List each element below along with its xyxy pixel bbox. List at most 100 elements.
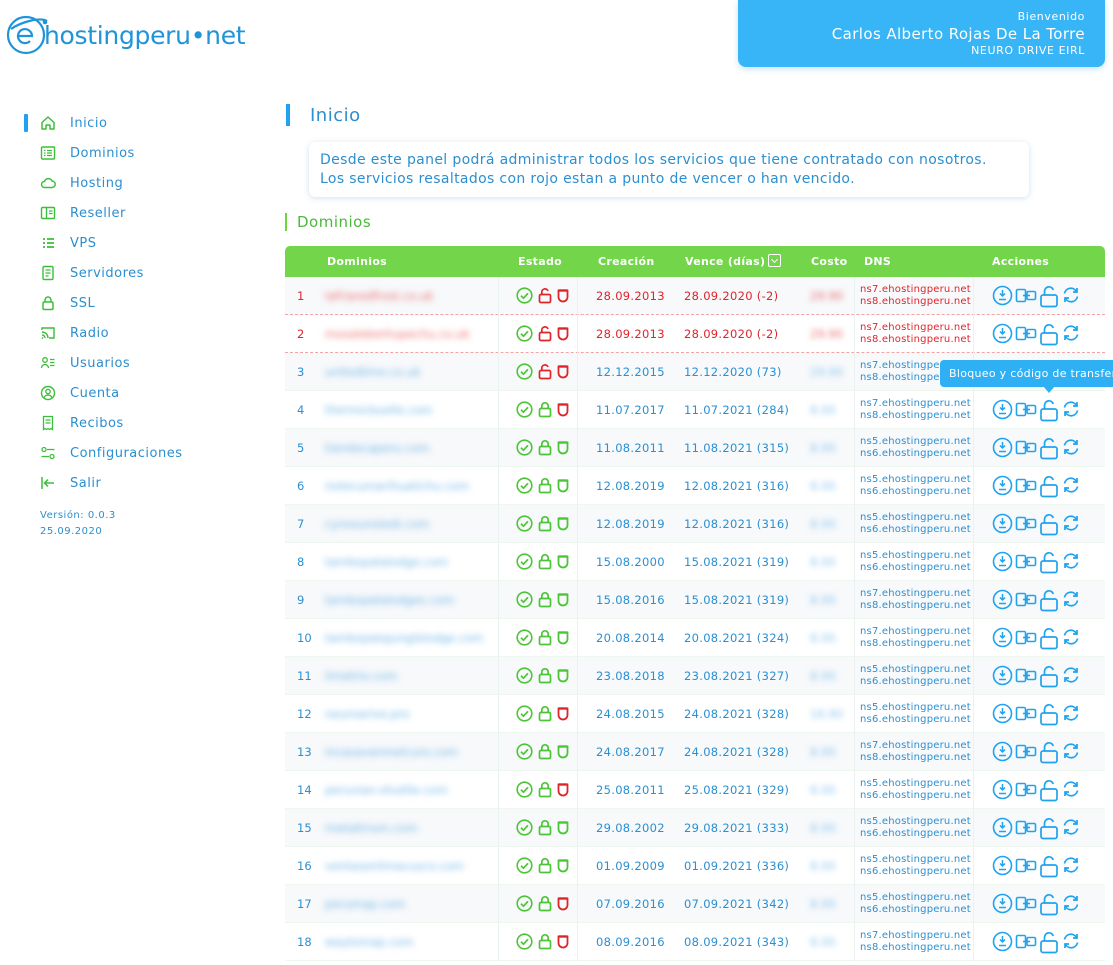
domain-name[interactable]: unitedlimo.co.uk	[325, 353, 421, 391]
dns-config-icon[interactable]	[992, 285, 1013, 308]
sidebar-item-cuenta[interactable]: Cuenta	[24, 378, 244, 408]
renew-icon[interactable]	[1061, 779, 1081, 802]
sidebar-item-vps[interactable]: VPS	[24, 228, 244, 258]
transfer-icon[interactable]	[1015, 741, 1037, 764]
transfer-lock-icon[interactable]	[1039, 741, 1059, 764]
renew-icon[interactable]	[1061, 893, 1081, 916]
transfer-lock-icon[interactable]	[1039, 703, 1059, 726]
brand-logo[interactable]: hostingperu•net	[4, 12, 246, 58]
transfer-lock-icon[interactable]	[1039, 893, 1059, 916]
sidebar-item-salir[interactable]: Salir	[24, 468, 244, 498]
transfer-lock-icon[interactable]	[1039, 323, 1059, 346]
renew-icon[interactable]	[1061, 475, 1081, 498]
dns-config-icon[interactable]	[992, 551, 1013, 574]
transfer-icon[interactable]	[1015, 589, 1037, 612]
dns-config-icon[interactable]	[992, 741, 1013, 764]
domain-name[interactable]: ventasenlimacusco.com	[325, 847, 464, 885]
renew-icon[interactable]	[1061, 931, 1081, 954]
transfer-icon[interactable]	[1015, 513, 1037, 536]
transfer-icon[interactable]	[1015, 475, 1037, 498]
transfer-icon[interactable]	[1015, 399, 1037, 422]
transfer-lock-icon[interactable]	[1039, 665, 1059, 688]
renew-icon[interactable]	[1061, 855, 1081, 878]
dns-config-icon[interactable]	[992, 589, 1013, 612]
domain-name[interactable]: neuroarive.pro	[325, 695, 409, 733]
dns-config-icon[interactable]	[992, 893, 1013, 916]
dns-config-icon[interactable]	[992, 703, 1013, 726]
domain-name[interactable]: lafriaredfrost.co.uk	[325, 277, 434, 315]
domain-name[interactable]: peruvian-shuttle.com	[325, 771, 448, 809]
header-creacion[interactable]: Creación	[598, 246, 654, 277]
transfer-icon[interactable]	[1015, 437, 1037, 460]
transfer-icon[interactable]	[1015, 931, 1037, 954]
domain-name[interactable]: perumap.com	[325, 885, 405, 923]
header-costo[interactable]: Costo	[811, 246, 848, 277]
dns-config-icon[interactable]	[992, 779, 1013, 802]
dns-config-icon[interactable]	[992, 855, 1013, 878]
header-dominios[interactable]: Dominios	[327, 246, 387, 277]
header-vence[interactable]: Vence (días)	[685, 246, 782, 277]
transfer-lock-icon[interactable]	[1039, 285, 1059, 308]
renew-icon[interactable]	[1061, 703, 1081, 726]
renew-icon[interactable]	[1061, 589, 1081, 612]
transfer-lock-icon[interactable]	[1039, 513, 1059, 536]
transfer-lock-icon[interactable]	[1039, 817, 1059, 840]
dns-config-icon[interactable]	[992, 627, 1013, 650]
transfer-lock-icon[interactable]	[1039, 475, 1059, 498]
transfer-lock-icon[interactable]	[1039, 589, 1059, 612]
transfer-lock-icon[interactable]	[1039, 551, 1059, 574]
dns-config-icon[interactable]	[992, 931, 1013, 954]
domain-name[interactable]: metaltrium.com	[325, 809, 417, 847]
sidebar-item-servidores[interactable]: Servidores	[24, 258, 244, 288]
transfer-icon[interactable]	[1015, 627, 1037, 650]
domain-name[interactable]: tambopatajunglelodge.com	[325, 619, 483, 657]
user-box[interactable]: Bienvenido Carlos Alberto Rojas De La To…	[738, 0, 1105, 67]
dns-config-icon[interactable]	[992, 437, 1013, 460]
dns-config-icon[interactable]	[992, 399, 1013, 422]
transfer-lock-icon[interactable]	[1039, 779, 1059, 802]
transfer-icon[interactable]	[1015, 551, 1037, 574]
sidebar-item-hosting[interactable]: Hosting	[24, 168, 244, 198]
sidebar-item-dominios[interactable]: Dominios	[24, 138, 244, 168]
domain-name[interactable]: limetrio.com	[325, 657, 397, 695]
domain-name[interactable]: incasavanmelcuro.com	[325, 733, 458, 771]
domain-name[interactable]: thermicbuelle.com	[325, 391, 432, 429]
renew-icon[interactable]	[1061, 627, 1081, 650]
renew-icon[interactable]	[1061, 817, 1081, 840]
domain-name[interactable]: tambopatalodges.com	[325, 581, 454, 619]
sidebar-item-recibos[interactable]: Recibos	[24, 408, 244, 438]
sidebar-item-radio[interactable]: Radio	[24, 318, 244, 348]
dns-config-icon[interactable]	[992, 323, 1013, 346]
transfer-lock-icon[interactable]	[1039, 399, 1059, 422]
renew-icon[interactable]	[1061, 665, 1081, 688]
transfer-icon[interactable]	[1015, 285, 1037, 308]
sort-desc-icon[interactable]	[768, 254, 782, 267]
domain-name[interactable]: waytomap.com	[325, 923, 414, 961]
sidebar-item-usuarios[interactable]: Usuarios	[24, 348, 244, 378]
transfer-lock-icon[interactable]	[1039, 931, 1059, 954]
renew-icon[interactable]	[1061, 741, 1081, 764]
domain-name[interactable]: mosaleberhupechu.co.uk	[325, 315, 470, 353]
transfer-icon[interactable]	[1015, 703, 1037, 726]
renew-icon[interactable]	[1061, 513, 1081, 536]
dns-config-icon[interactable]	[992, 665, 1013, 688]
renew-icon[interactable]	[1061, 437, 1081, 460]
transfer-lock-icon[interactable]	[1039, 437, 1059, 460]
renew-icon[interactable]	[1061, 323, 1081, 346]
sidebar-item-reseller[interactable]: Reseller	[24, 198, 244, 228]
transfer-icon[interactable]	[1015, 817, 1037, 840]
transfer-icon[interactable]	[1015, 855, 1037, 878]
sidebar-item-configuraciones[interactable]: Configuraciones	[24, 438, 244, 468]
transfer-icon[interactable]	[1015, 893, 1037, 916]
domain-name[interactable]: tiendocaperu.com	[325, 429, 429, 467]
header-dns[interactable]: DNS	[864, 246, 891, 277]
domain-name[interactable]: tambopatalodge.com	[325, 543, 448, 581]
transfer-lock-icon[interactable]	[1039, 855, 1059, 878]
renew-icon[interactable]	[1061, 399, 1081, 422]
transfer-icon[interactable]	[1015, 779, 1037, 802]
sidebar-item-inicio[interactable]: Inicio	[24, 108, 244, 138]
sidebar-item-ssl[interactable]: SSL	[24, 288, 244, 318]
transfer-icon[interactable]	[1015, 323, 1037, 346]
header-estado[interactable]: Estado	[518, 246, 562, 277]
dns-config-icon[interactable]	[992, 513, 1013, 536]
